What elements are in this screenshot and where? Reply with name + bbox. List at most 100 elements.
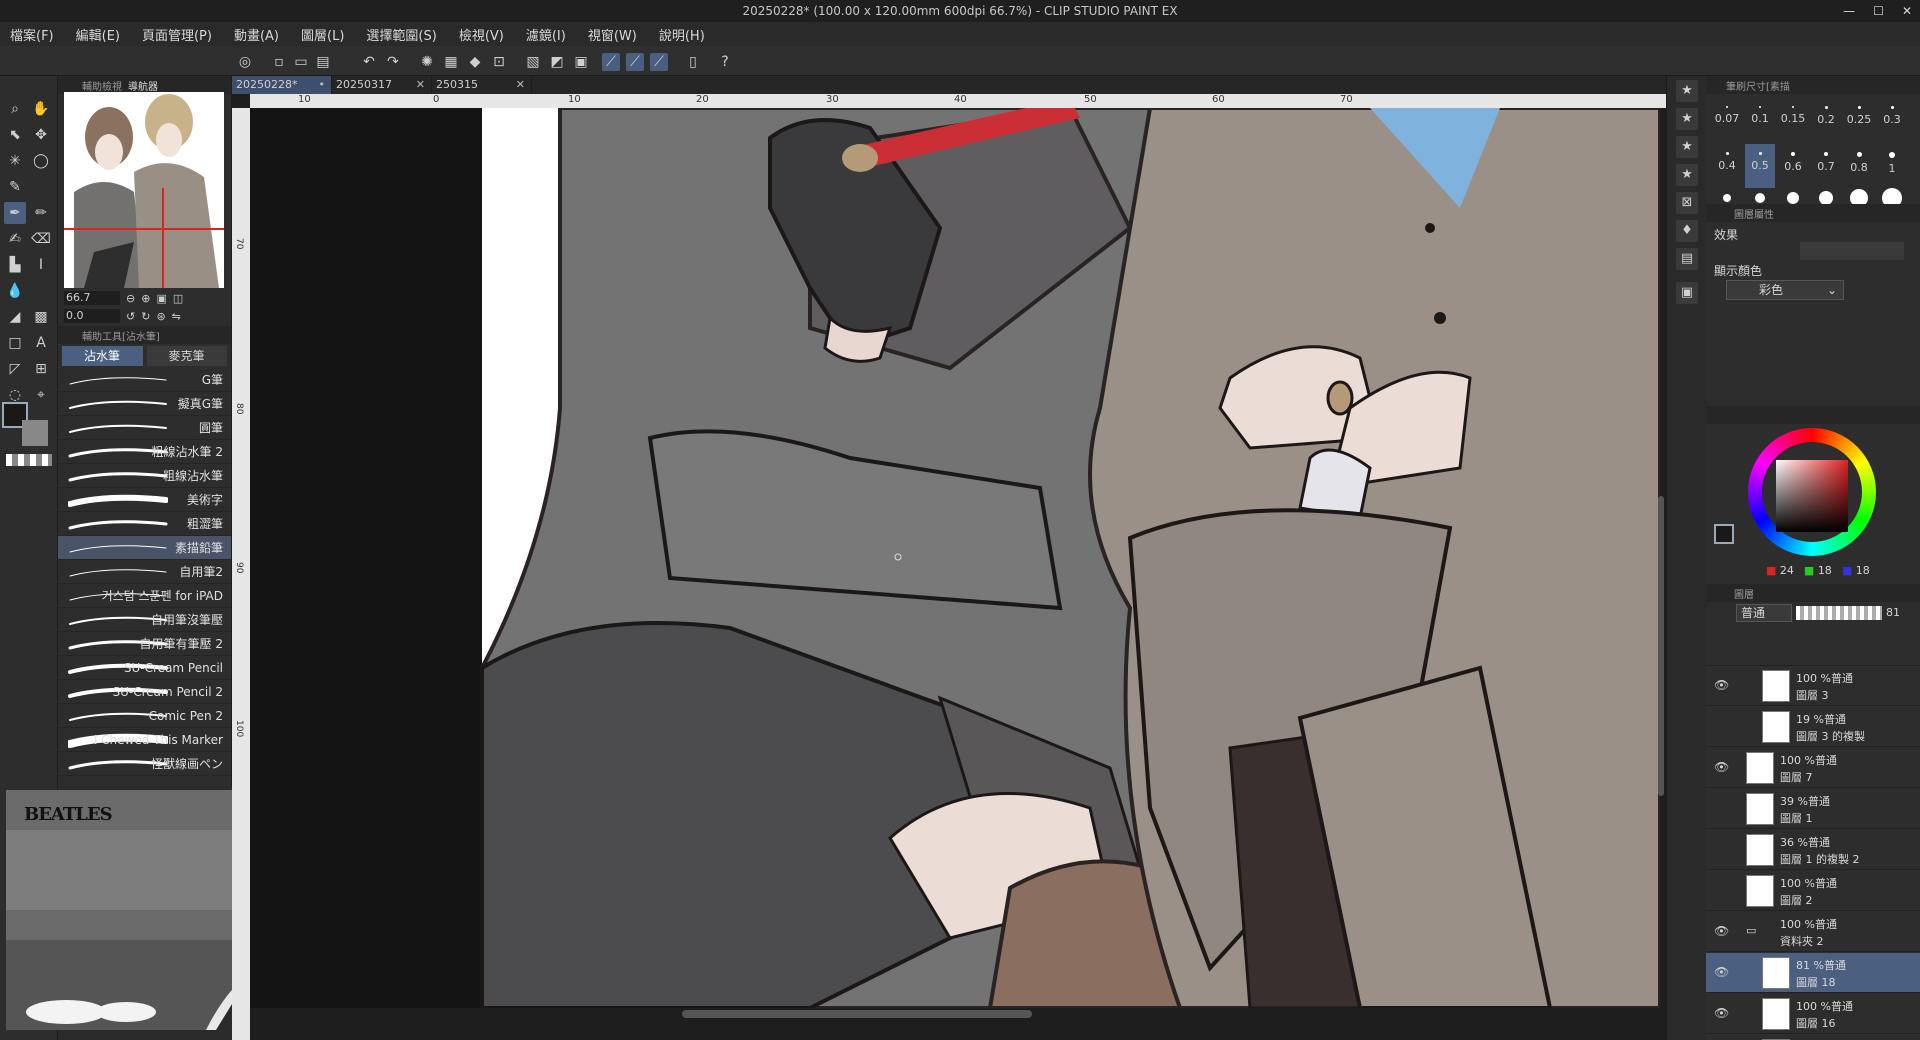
brush-size-cell[interactable]: 1 bbox=[1877, 144, 1907, 188]
clip-studio-icon[interactable]: ◎ bbox=[236, 53, 254, 71]
eye-icon[interactable]: 👁 bbox=[1714, 678, 1729, 692]
maximize-icon[interactable]: ☐ bbox=[1873, 4, 1884, 18]
layer-tab[interactable]: 圖層 bbox=[1734, 586, 1754, 601]
brush-size-cell[interactable]: 0.2 bbox=[1811, 98, 1841, 142]
ruler-tool-icon[interactable]: ⊞ bbox=[30, 358, 52, 380]
layer-row[interactable]: 👁 100 %普通 圖層 3 bbox=[1706, 666, 1920, 706]
eye-icon[interactable]: 👁 bbox=[1714, 965, 1729, 979]
menu-animation[interactable]: 動畫(A) bbox=[234, 25, 279, 44]
brush-item[interactable]: 自用筆沒筆壓 bbox=[58, 608, 231, 632]
menu-help[interactable]: 說明(H) bbox=[659, 25, 705, 44]
move-icon[interactable]: ✥ bbox=[30, 124, 52, 146]
layer-row[interactable]: 👁 100 %普通 圖層 16 bbox=[1706, 994, 1920, 1034]
size-dot[interactable] bbox=[1819, 191, 1833, 205]
menu-view[interactable]: 檢視(V) bbox=[459, 25, 504, 44]
doc-tab-20250228[interactable]: 20250228* • bbox=[232, 76, 332, 94]
brush-item[interactable]: 美術字 bbox=[58, 488, 231, 512]
brush-item[interactable]: 擬真G筆 bbox=[58, 392, 231, 416]
frame-border-icon[interactable]: ◸ bbox=[4, 358, 26, 380]
layer-row[interactable]: 100 %普通 bbox=[1706, 1035, 1920, 1040]
fit-icon[interactable]: ▣ bbox=[156, 292, 166, 305]
material-icon[interactable]: ★ bbox=[1676, 80, 1698, 102]
size-dot[interactable] bbox=[1755, 193, 1765, 203]
open-icon[interactable]: ▭ bbox=[292, 53, 310, 71]
size-dot[interactable] bbox=[1787, 192, 1799, 204]
brush-item[interactable]: 커스텀 스푼펜 for iPAD bbox=[58, 584, 231, 608]
brush-size-cell[interactable]: 0.8 bbox=[1844, 144, 1874, 188]
decoration-icon[interactable]: Ⅰ bbox=[30, 254, 52, 276]
main-color-chip[interactable] bbox=[1714, 524, 1734, 544]
airbrush-icon[interactable]: ▙ bbox=[4, 254, 26, 276]
auto-action-icon[interactable]: ▣ bbox=[1676, 282, 1698, 304]
transparent-swatch[interactable] bbox=[6, 454, 52, 466]
brush-size-cell[interactable]: 0.4 bbox=[1712, 144, 1742, 188]
sub-color-swatch[interactable] bbox=[22, 420, 48, 446]
opacity-slider[interactable] bbox=[1796, 606, 1882, 620]
ruler-icon[interactable]: ▧ bbox=[524, 53, 542, 71]
lasso-icon[interactable]: ◯ bbox=[30, 150, 52, 172]
material-icon[interactable]: ★ bbox=[1676, 164, 1698, 186]
brush-item[interactable]: 粗澀筆 bbox=[58, 512, 231, 536]
menu-layer[interactable]: 圖層(L) bbox=[301, 25, 344, 44]
transform-icon[interactable]: ⊡ bbox=[490, 53, 508, 71]
reset-rotation-icon[interactable]: ⊛ bbox=[156, 310, 165, 323]
close-icon[interactable]: ✕ bbox=[1902, 4, 1912, 18]
crop-icon[interactable]: ◩ bbox=[548, 53, 566, 71]
brush-size-cell[interactable]: 0.15 bbox=[1778, 98, 1808, 142]
layer-row[interactable]: 19 %普通 圖層 3 的複製 bbox=[1706, 707, 1920, 747]
tab-sub-view[interactable]: 輔助檢視 bbox=[82, 78, 122, 93]
navigator-thumbnail[interactable] bbox=[64, 92, 224, 288]
menu-file[interactable]: 檔案(F) bbox=[10, 25, 54, 44]
layer-row[interactable]: 36 %普通 圖層 1 的複製 2 bbox=[1706, 830, 1920, 870]
operation-icon[interactable]: ⬉ bbox=[4, 124, 26, 146]
menu-page[interactable]: 頁面管理(P) bbox=[142, 25, 212, 44]
layer-row[interactable]: 👁 100 %普通 圖層 7 bbox=[1706, 748, 1920, 788]
menu-edit[interactable]: 編輯(E) bbox=[76, 25, 120, 44]
brush-item[interactable]: I Chewed This Marker bbox=[58, 728, 231, 752]
menu-selection[interactable]: 選擇範圍(S) bbox=[366, 25, 436, 44]
size-dot[interactable] bbox=[1723, 194, 1731, 202]
zoom-in-icon[interactable]: ⊕ bbox=[141, 292, 150, 305]
eye-icon[interactable]: 👁 bbox=[1714, 924, 1729, 938]
group-marker[interactable]: 麥克筆 bbox=[146, 346, 227, 366]
rotate-right-icon[interactable]: ↻ bbox=[141, 310, 150, 323]
layer-row[interactable]: 100 %普通 圖層 2 bbox=[1706, 871, 1920, 911]
brush-item[interactable]: 素描鉛筆 bbox=[58, 536, 231, 560]
fill-tool-icon[interactable]: ◢ bbox=[4, 306, 26, 328]
brush-size-cell[interactable]: 0.6 bbox=[1778, 144, 1808, 188]
drawing-canvas[interactable] bbox=[250, 108, 1660, 1008]
opacity-value[interactable]: 81 bbox=[1886, 606, 1900, 619]
brush-item[interactable]: 粗線沾水筆 2 bbox=[58, 440, 231, 464]
brush-item[interactable]: 自用筆2 bbox=[58, 560, 231, 584]
smartphone-icon[interactable]: ▯ bbox=[684, 53, 702, 71]
brush-item[interactable]: G筆 bbox=[58, 368, 231, 392]
rotate-left-icon[interactable]: ↺ bbox=[126, 310, 135, 323]
zoom-icon[interactable]: ⌕ bbox=[4, 98, 26, 120]
layer-row[interactable]: 👁 81 %普通 圖層 18 bbox=[1706, 953, 1920, 993]
redo-icon[interactable]: ↷ bbox=[384, 53, 402, 71]
actual-size-icon[interactable]: ◫ bbox=[173, 292, 183, 305]
group-pen[interactable]: 沾水筆 bbox=[62, 346, 143, 366]
saturation-square[interactable] bbox=[1776, 460, 1848, 532]
doc-tab-250315[interactable]: 250315 ✕ bbox=[432, 76, 532, 94]
history-icon[interactable]: ▤ bbox=[1676, 248, 1698, 270]
snap-special-icon[interactable]: ⟋ bbox=[626, 53, 644, 71]
close-tab-icon[interactable]: ✕ bbox=[516, 76, 525, 94]
brush-item[interactable]: 自用筆有筆壓 2 bbox=[58, 632, 231, 656]
brush-size-cell[interactable]: 0.7 bbox=[1811, 144, 1841, 188]
brush-size-cell[interactable]: 0.07 bbox=[1712, 98, 1742, 142]
brush-icon[interactable]: ✍ bbox=[4, 228, 26, 250]
rotation-value[interactable]: 0.0 bbox=[64, 309, 120, 323]
menu-window[interactable]: 視窗(W) bbox=[588, 25, 637, 44]
zoom-value[interactable]: 66.7 bbox=[64, 291, 120, 305]
vertical-scrollbar[interactable] bbox=[1658, 496, 1664, 796]
fill-icon[interactable]: ◆ bbox=[466, 53, 484, 71]
magic-wand-icon[interactable]: ✳ bbox=[4, 150, 26, 172]
pen-icon[interactable]: ✒ bbox=[4, 202, 26, 224]
brush-item[interactable]: Comic Pen 2 bbox=[58, 704, 231, 728]
brush-item[interactable]: 圓筆 bbox=[58, 416, 231, 440]
snap-ruler-icon[interactable]: ⟋ bbox=[602, 53, 620, 71]
layer-search-icon[interactable]: ⊠ bbox=[1676, 192, 1698, 214]
undo-icon[interactable]: ↶ bbox=[360, 53, 378, 71]
text-icon[interactable]: A bbox=[30, 332, 52, 354]
